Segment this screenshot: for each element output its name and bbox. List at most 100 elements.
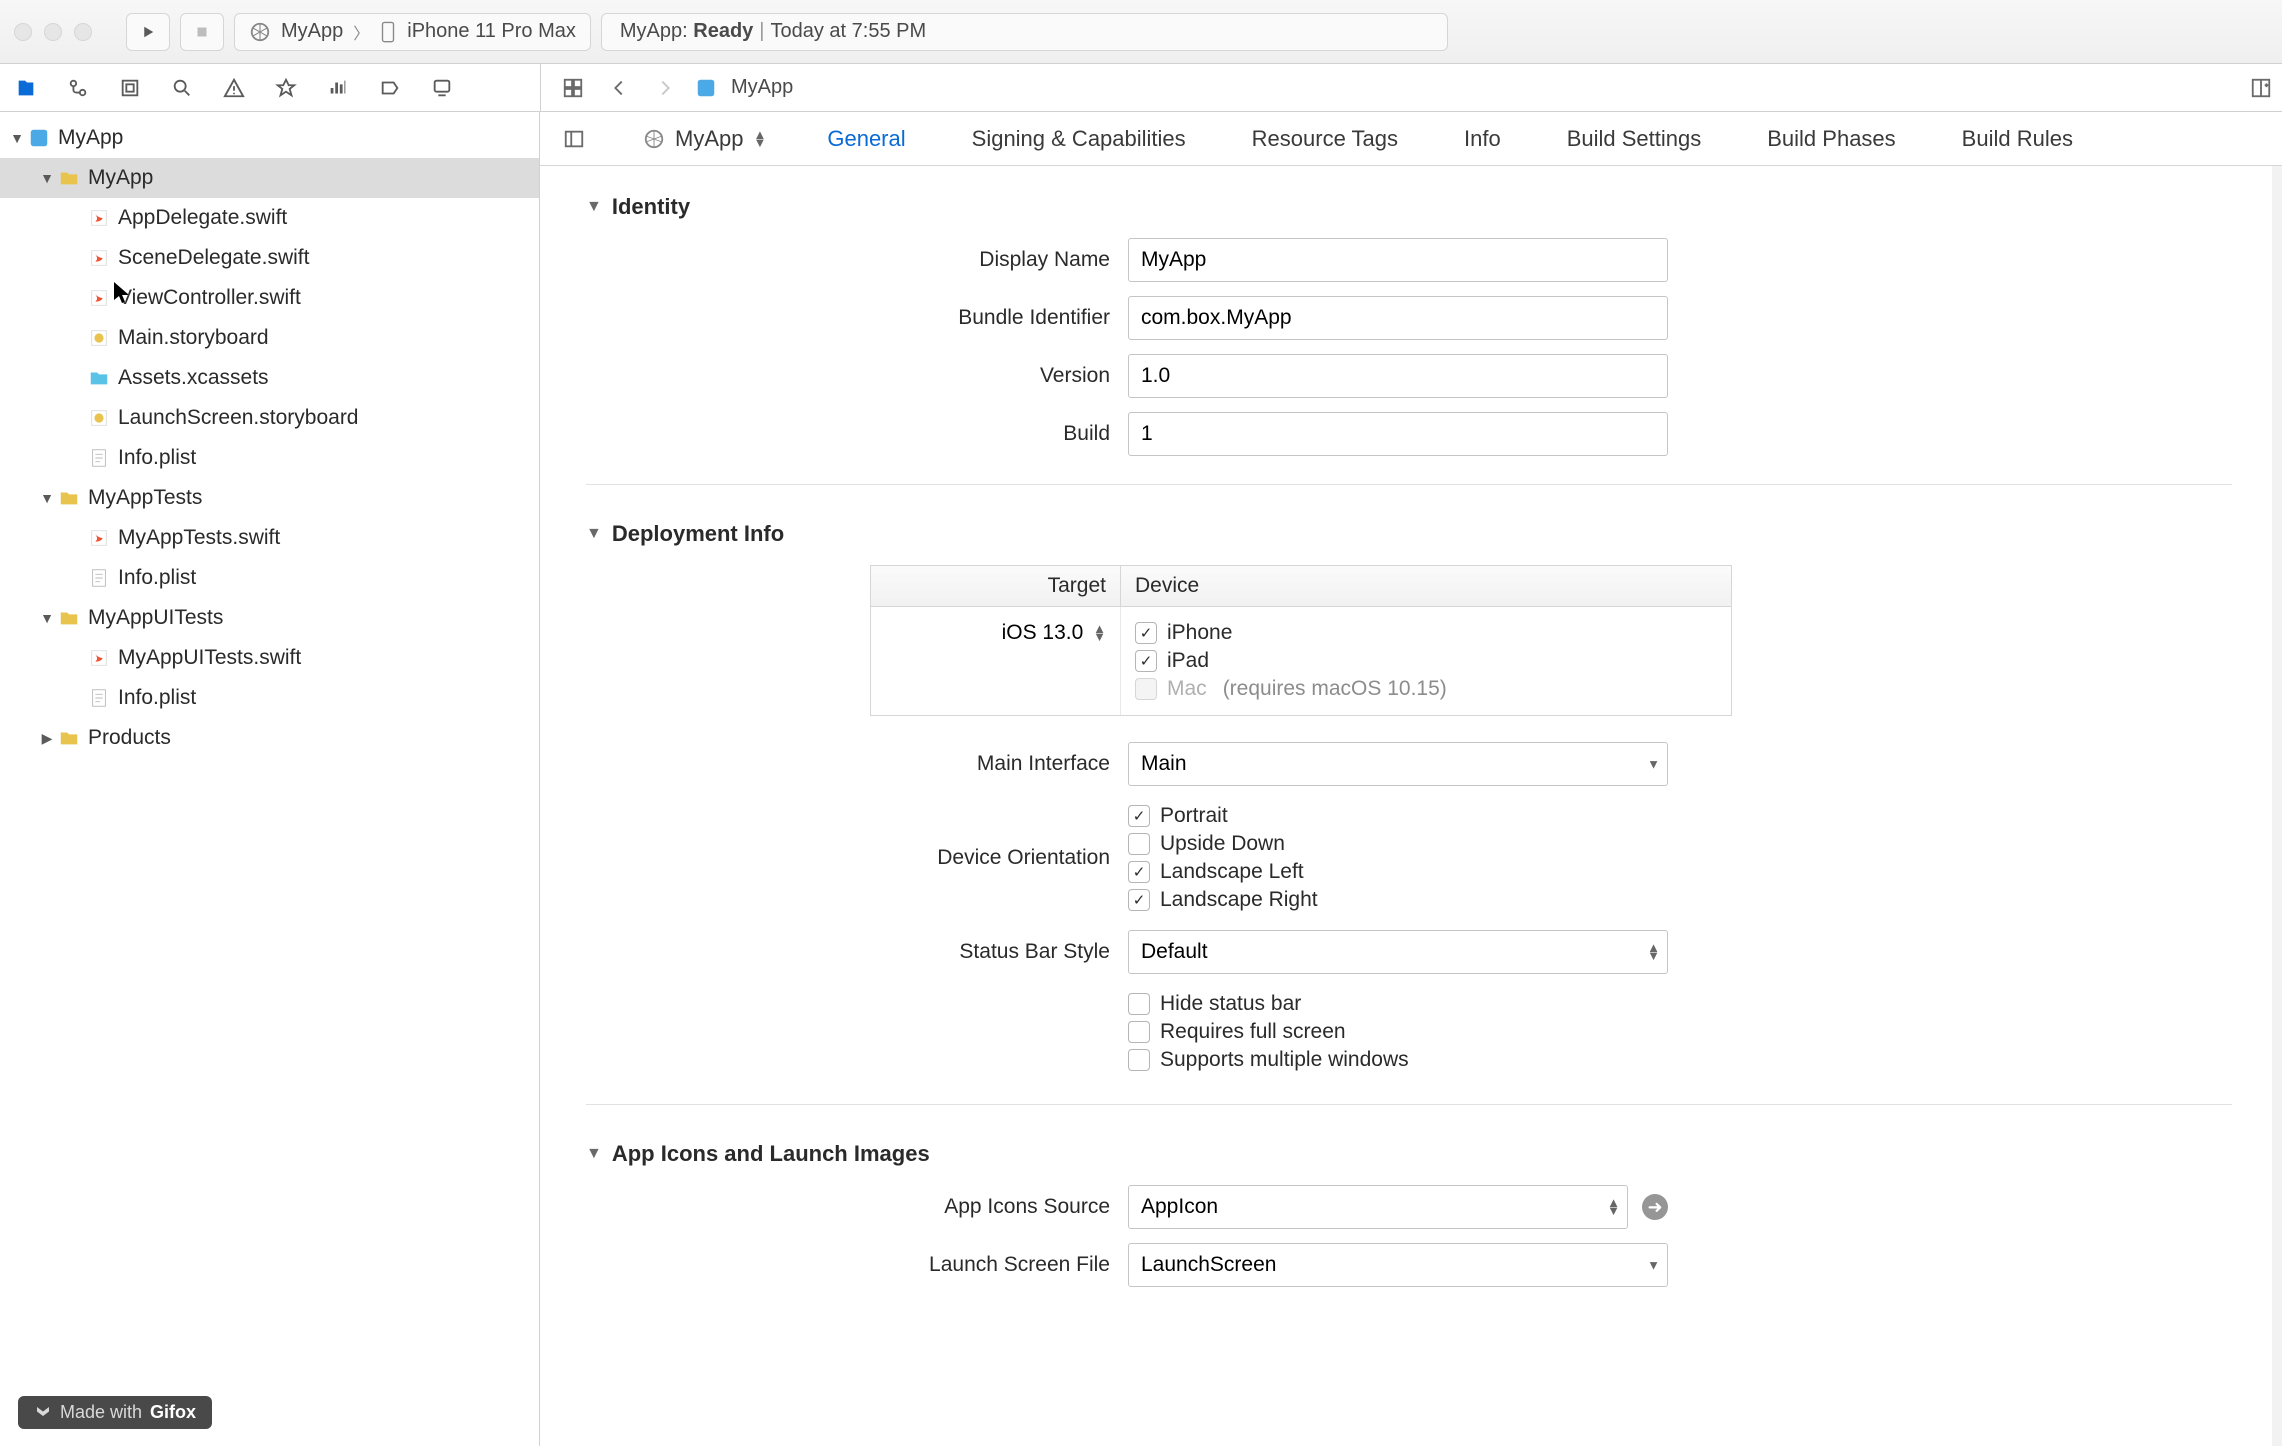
stop-button[interactable] xyxy=(180,13,224,51)
tree-item[interactable]: ▼MyAppUITests xyxy=(0,598,539,638)
orientation-checkbox-portrait[interactable]: Portrait xyxy=(1128,804,1668,828)
orientation-checkbox-upside-down[interactable]: Upside Down xyxy=(1128,832,1668,856)
section-identity-header[interactable]: ▼ Identity xyxy=(586,194,2232,220)
option-checkbox-requires-full-screen[interactable]: Requires full screen xyxy=(1128,1020,1668,1044)
tree-item-label: Assets.xcassets xyxy=(118,366,269,390)
scheme-selector[interactable]: MyApp 〉 iPhone 11 Pro Max xyxy=(234,13,591,51)
tab-info[interactable]: Info xyxy=(1456,120,1509,158)
tab-resource-tags[interactable]: Resource Tags xyxy=(1244,120,1406,158)
section-deployment-header[interactable]: ▼ Deployment Info xyxy=(586,521,2232,547)
bundle-id-label: Bundle Identifier xyxy=(958,306,1110,330)
symbol-navigator-icon[interactable] xyxy=(114,72,146,104)
tree-item-label: Info.plist xyxy=(118,446,196,470)
device-checkbox-mac: Mac(requires macOS 10.15) xyxy=(1135,677,1717,701)
swift-icon xyxy=(88,207,110,229)
project-navigator-icon[interactable] xyxy=(10,72,42,104)
go-back-button[interactable] xyxy=(603,72,635,104)
find-navigator-icon[interactable] xyxy=(166,72,198,104)
report-navigator-icon[interactable] xyxy=(426,72,458,104)
activity-status[interactable]: MyApp: Ready | Today at 7:55 PM xyxy=(601,13,1449,51)
zoom-window-button[interactable] xyxy=(74,23,92,41)
issue-navigator-icon[interactable] xyxy=(218,72,250,104)
app-icons-source-combo[interactable] xyxy=(1128,1185,1628,1229)
tab-build-phases[interactable]: Build Phases xyxy=(1759,120,1903,158)
window-controls xyxy=(14,23,92,41)
version-field[interactable] xyxy=(1128,354,1668,398)
checkbox-icon xyxy=(1135,650,1157,672)
tree-item[interactable]: ▼MyAppTests xyxy=(0,478,539,518)
test-navigator-icon[interactable] xyxy=(270,72,302,104)
add-editor-button[interactable] xyxy=(2250,72,2282,104)
checkbox-label: Landscape Right xyxy=(1160,888,1318,912)
launch-screen-label: Launch Screen File xyxy=(929,1253,1110,1277)
tree-item[interactable]: Assets.xcassets xyxy=(0,358,539,398)
device-checkbox-ipad[interactable]: iPad xyxy=(1135,649,1717,673)
tab-build-rules[interactable]: Build Rules xyxy=(1954,120,2081,158)
display-name-field[interactable] xyxy=(1128,238,1668,282)
disclosure-icon[interactable]: ▼ xyxy=(8,130,26,146)
target-editor-content[interactable]: ▼ Identity Display Name Bundle Identifie… xyxy=(540,166,2282,1446)
disclosure-icon[interactable]: ▼ xyxy=(38,610,56,626)
deployment-target-value[interactable]: iOS 13.0 xyxy=(1002,621,1084,644)
go-forward-button[interactable] xyxy=(649,72,681,104)
tree-item[interactable]: Info.plist xyxy=(0,438,539,478)
main-interface-combo[interactable] xyxy=(1128,742,1668,786)
status-time: Today at 7:55 PM xyxy=(771,20,927,43)
jump-bar-title[interactable]: MyApp xyxy=(731,76,793,99)
minimize-window-button[interactable] xyxy=(44,23,62,41)
tree-item[interactable]: MyAppTests.swift xyxy=(0,518,539,558)
orientation-checkbox-landscape-left[interactable]: Landscape Left xyxy=(1128,860,1668,884)
updown-icon[interactable]: ▲▼ xyxy=(1093,625,1106,641)
tree-item[interactable]: Main.storyboard xyxy=(0,318,539,358)
target-selector[interactable]: MyApp ▲▼ xyxy=(634,121,775,157)
tree-item-label: Info.plist xyxy=(118,566,196,590)
tree-item[interactable]: Info.plist xyxy=(0,558,539,598)
tree-item-label: MyAppUITests.swift xyxy=(118,646,301,670)
project-navigator[interactable]: ▼MyApp▼MyApp AppDelegate.swift SceneDelega… xyxy=(0,112,540,1446)
targets-sidebar-toggle[interactable] xyxy=(558,123,590,155)
target-tabs: MyApp ▲▼ General Signing & Capabilities Re… xyxy=(540,112,2282,166)
tab-general[interactable]: General xyxy=(819,120,913,158)
checkbox-label: iPhone xyxy=(1167,621,1232,645)
tree-item[interactable]: Info.plist xyxy=(0,678,539,718)
related-items-icon[interactable] xyxy=(557,72,589,104)
debug-navigator-icon[interactable] xyxy=(322,72,354,104)
disclosure-icon[interactable]: ▶ xyxy=(38,730,56,747)
target-column-header: Target xyxy=(871,566,1121,606)
swift-icon xyxy=(88,287,110,309)
tree-item[interactable]: AppDelegate.swift xyxy=(0,198,539,238)
tab-build-settings[interactable]: Build Settings xyxy=(1559,120,1710,158)
tree-item[interactable]: LaunchScreen.storyboard xyxy=(0,398,539,438)
sb-icon xyxy=(88,327,110,349)
source-control-navigator-icon[interactable] xyxy=(62,72,94,104)
section-appicons-header[interactable]: ▼ App Icons and Launch Images xyxy=(586,1141,2232,1167)
tree-item-label: AppDelegate.swift xyxy=(118,206,287,230)
tree-item[interactable]: ▼MyApp xyxy=(0,158,539,198)
tree-item-label: MyAppTests.swift xyxy=(118,526,280,550)
tree-item-label: Info.plist xyxy=(118,686,196,710)
option-checkbox-supports-multiple-windows[interactable]: Supports multiple windows xyxy=(1128,1048,1668,1072)
device-checkbox-iphone[interactable]: iPhone xyxy=(1135,621,1717,645)
breakpoint-navigator-icon[interactable] xyxy=(374,72,406,104)
tree-item-label: SceneDelegate.swift xyxy=(118,246,309,270)
go-to-asset-button[interactable]: ➜ xyxy=(1642,1194,1668,1220)
status-bar-combo[interactable] xyxy=(1128,930,1668,974)
folder-icon xyxy=(58,727,80,749)
disclosure-icon[interactable]: ▼ xyxy=(38,490,56,506)
orientation-checkbox-landscape-right[interactable]: Landscape Right xyxy=(1128,888,1668,912)
run-button[interactable] xyxy=(126,13,170,51)
checkbox-label: iPad xyxy=(1167,649,1209,673)
tree-item[interactable]: ▶Products xyxy=(0,718,539,758)
build-field[interactable] xyxy=(1128,412,1668,456)
close-window-button[interactable] xyxy=(14,23,32,41)
launch-screen-combo[interactable] xyxy=(1128,1243,1668,1287)
tree-item[interactable]: ViewController.swift xyxy=(0,278,539,318)
disclosure-icon[interactable]: ▼ xyxy=(38,170,56,186)
option-checkbox-hide-status-bar[interactable]: Hide status bar xyxy=(1128,992,1668,1016)
checkbox-label: Upside Down xyxy=(1160,832,1285,856)
tree-item[interactable]: MyAppUITests.swift xyxy=(0,638,539,678)
tab-signing-capabilities[interactable]: Signing & Capabilities xyxy=(964,120,1194,158)
tree-item[interactable]: SceneDelegate.swift xyxy=(0,238,539,278)
tree-item[interactable]: ▼MyApp xyxy=(0,118,539,158)
bundle-id-field[interactable] xyxy=(1128,296,1668,340)
